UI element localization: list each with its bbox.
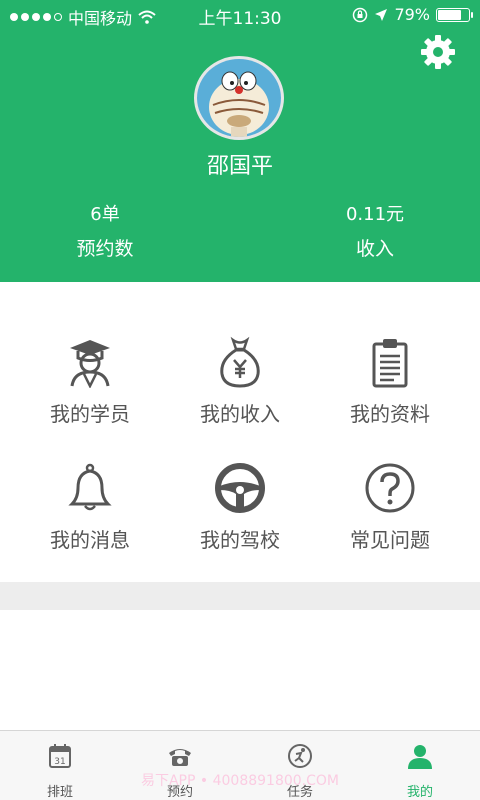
menu-my-students-label: 我的学员 <box>50 402 130 426</box>
bell-icon <box>68 463 112 511</box>
battery-icon <box>436 7 473 22</box>
menu-faq[interactable]: 常见问题 <box>310 462 470 582</box>
appointments-label: 预约数 <box>76 238 134 260</box>
tab-tasks[interactable]: 任务 <box>240 731 360 800</box>
menu-my-profile-label: 我的资料 <box>350 402 430 426</box>
section-divider <box>0 582 480 610</box>
menu-my-messages-label: 我的消息 <box>50 528 130 552</box>
tab-schedule[interactable]: 31 排班 <box>0 731 120 800</box>
income-label: 收入 <box>355 238 394 260</box>
tab-tasks-label: 任务 <box>286 785 313 800</box>
money-bag-icon <box>220 336 260 388</box>
income-amount: 0.11元 <box>345 204 405 225</box>
tab-booking-label: 预约 <box>166 785 193 800</box>
tab-mine-label: 我的 <box>406 785 433 800</box>
menu-my-messages[interactable]: 我的消息 <box>10 462 170 582</box>
telephone-icon <box>169 749 191 766</box>
steering-wheel-icon <box>215 463 265 513</box>
bottom-tab-bar: 31 排班 预约 任务 我的 <box>0 730 480 800</box>
username: 邵国平 <box>206 154 273 179</box>
menu-my-profile[interactable]: 我的资料 <box>310 336 470 456</box>
person-icon <box>408 745 432 769</box>
appointments-count: 6单 <box>90 204 120 225</box>
calendar-icon: 31 <box>49 744 71 768</box>
profile-header: 中国移动 上午11:30 79% 邵国平 6单 预约数 0.11元 收入 <box>0 0 480 282</box>
calendar-day: 31 <box>54 757 65 767</box>
menu-my-income-label: 我的收入 <box>200 402 280 426</box>
clipboard-icon <box>372 339 408 388</box>
graduate-icon <box>70 340 110 388</box>
tab-booking[interactable]: 预约 <box>120 731 240 800</box>
task-icon <box>288 744 312 768</box>
location-arrow-icon <box>375 8 388 21</box>
battery-percent: 79% <box>394 5 430 24</box>
menu-faq-label: 常见问题 <box>350 528 430 552</box>
doraemon-avatar-image <box>197 59 281 137</box>
menu-my-driving-school-label: 我的驾校 <box>200 528 280 552</box>
rotation-lock-icon <box>353 7 368 22</box>
menu-my-income[interactable]: 我的收入 <box>160 336 320 456</box>
tab-mine[interactable]: 我的 <box>360 731 480 800</box>
question-icon <box>365 463 415 513</box>
settings-gear-icon[interactable] <box>420 34 456 70</box>
menu-my-driving-school[interactable]: 我的驾校 <box>160 462 320 582</box>
menu-my-students[interactable]: 我的学员 <box>10 336 170 456</box>
avatar[interactable] <box>194 56 284 140</box>
status-bar: 中国移动 上午11:30 79% <box>0 0 480 30</box>
tab-schedule-label: 排班 <box>46 785 73 800</box>
status-right: 79% <box>352 5 473 24</box>
menu-grid: 我的学员 我的收入 我的资料 我的消息 我的驾校 常见问题 <box>0 282 480 582</box>
